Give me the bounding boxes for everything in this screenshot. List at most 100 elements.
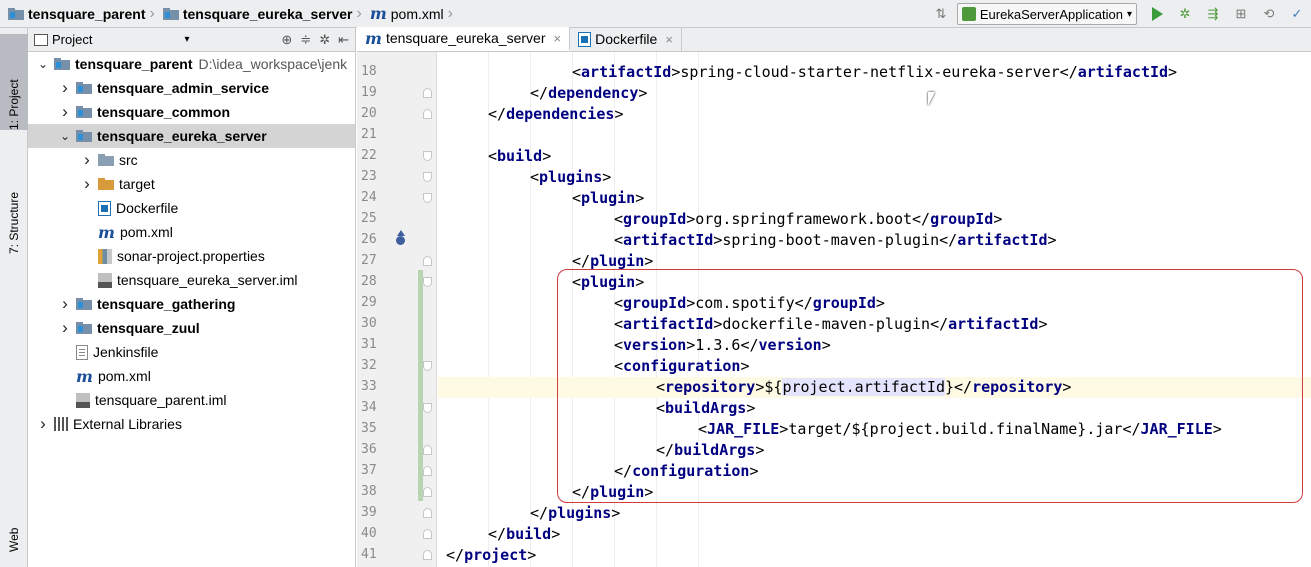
maven-m-icon: m [369, 4, 387, 23]
debug-button[interactable]: ✲ [1175, 4, 1195, 24]
build-button[interactable]: ⟲ [1259, 4, 1279, 24]
vcs-button[interactable]: ✓ [1287, 4, 1307, 24]
tree-item[interactable]: › External Libraries [28, 412, 355, 436]
chevron-down-icon[interactable]: ▾ [184, 34, 189, 45]
code-token: spring-boot-maven-plugin [722, 231, 940, 249]
tab-structure-tool-window[interactable]: 7: Structure [0, 148, 28, 254]
chevron-down-icon[interactable]: ⌄ [58, 129, 72, 143]
code-line: <plugin> [438, 272, 1311, 293]
fold-icon[interactable] [423, 361, 432, 371]
coverage-button[interactable]: ⇶ [1203, 4, 1223, 24]
fold-icon[interactable] [423, 466, 432, 476]
tree-item[interactable]: › src [28, 148, 355, 172]
tree-item[interactable]: › tensquare_common [28, 100, 355, 124]
run-configuration-select[interactable]: EurekaServerApplication ▾ [956, 3, 1137, 25]
fold-icon[interactable] [423, 487, 432, 497]
tree-item[interactable]: tensquare_eureka_server.iml [28, 268, 355, 292]
chevron-down-icon[interactable]: ⌄ [36, 57, 50, 71]
breadcrumb-project[interactable]: tensquare_parent › [0, 0, 155, 28]
tab-project-tool-window[interactable]: 1: Project [0, 34, 28, 130]
xml-tag-name: JAR_FILE [1140, 420, 1213, 438]
code-line: <artifactId>dockerfile-maven-plugin</art… [438, 314, 1311, 335]
code-token: > [746, 399, 756, 417]
tab-dockerfile[interactable]: Dockerfile × [570, 27, 682, 51]
excluded-folder-icon [98, 177, 114, 191]
locate-icon[interactable]: ⊕ [281, 32, 292, 48]
code-token: < [656, 399, 666, 417]
code-token: < [614, 294, 624, 312]
tree-item[interactable]: › tensquare_gathering [28, 292, 355, 316]
chevron-right-icon[interactable]: › [80, 150, 94, 170]
close-icon[interactable]: × [553, 31, 561, 46]
fold-icon[interactable] [423, 445, 432, 455]
project-tree: ⌄ tensquare_parent D:\idea_workspace\jenk ›… [28, 52, 355, 436]
gutter-line: 27 [357, 251, 437, 272]
code-token: target/${project.build.finalName}.jar [788, 420, 1123, 438]
chevron-right-icon[interactable]: › [36, 414, 50, 434]
code-token: </ [488, 525, 507, 543]
profile-button[interactable]: ⊞ [1231, 4, 1251, 24]
chevron-right-icon[interactable]: › [58, 102, 72, 122]
fold-icon[interactable] [423, 529, 432, 539]
fold-icon[interactable] [423, 172, 432, 182]
gutter-line: 32 [357, 356, 437, 377]
panel-header-tools: ⊕ ≑ ✲ ⇤ [281, 28, 349, 52]
fold-icon[interactable] [423, 550, 432, 560]
gear-icon[interactable]: ✲ [319, 32, 330, 48]
hide-icon[interactable]: ⇤ [338, 32, 349, 48]
tree-item[interactable]: ⌄ tensquare_eureka_server [28, 124, 355, 148]
code-line: </plugin> [438, 482, 1311, 503]
code-line: <groupId>com.spotify</groupId> [438, 293, 1311, 314]
code-token: > [1047, 231, 1057, 249]
maven-m-icon: m [98, 222, 115, 242]
chevron-right-icon: › [447, 4, 453, 22]
chevron-right-icon[interactable]: › [58, 78, 72, 98]
tree-item-path: D:\idea_workspace\jenk [198, 56, 348, 72]
tree-item[interactable]: sonar-project.properties [28, 244, 355, 268]
tree-item-label: Dockerfile [116, 200, 179, 216]
tab-web-tool-window[interactable]: Web [0, 498, 28, 552]
chevron-right-icon[interactable]: › [80, 174, 94, 194]
gutter-line: 30 [357, 314, 437, 335]
chevron-right-icon[interactable]: › [58, 294, 72, 314]
fold-icon[interactable] [423, 403, 432, 413]
code-token: </ [614, 462, 633, 480]
tree-item[interactable]: › target [28, 172, 355, 196]
gutter-line: 41 [357, 545, 437, 566]
sort-icon[interactable]: ⇅ [931, 4, 951, 24]
breadcrumb-label: tensquare_parent [28, 5, 146, 22]
fold-icon[interactable] [423, 256, 432, 266]
xml-tag-name: artifactId [623, 315, 714, 333]
collapse-icon[interactable]: ≑ [300, 32, 311, 48]
close-icon[interactable]: × [665, 32, 673, 47]
tree-item[interactable]: m pom.xml [28, 220, 355, 244]
tree-item[interactable]: ⌄ tensquare_parent D:\idea_workspace\jenk [28, 52, 355, 76]
tree-item[interactable]: Dockerfile [28, 196, 355, 220]
fold-icon[interactable] [423, 277, 432, 287]
tree-item-label: target [119, 176, 155, 192]
breadcrumb-label: pom.xml [390, 5, 444, 22]
line-number: 25 [361, 211, 377, 226]
code-token: ${ [764, 378, 783, 396]
fold-icon[interactable] [423, 88, 432, 98]
run-button[interactable] [1147, 4, 1167, 24]
code-editor[interactable]: 18 19 20 21 22 23 24 25 26 27 28 29 30 31 32 33 34 35 36 37… [357, 52, 1311, 567]
fold-icon[interactable] [423, 151, 432, 161]
fold-icon[interactable] [423, 193, 432, 203]
tree-item[interactable]: tensquare_parent.iml [28, 388, 355, 412]
breadcrumb-file[interactable]: m pom.xml › [362, 0, 453, 28]
breadcrumb-module[interactable]: tensquare_eureka_server › [155, 0, 362, 28]
chevron-right-icon[interactable]: › [58, 318, 72, 338]
tree-item-label: pom.xml [97, 368, 151, 384]
fold-icon[interactable] [423, 109, 432, 119]
fold-icon[interactable] [423, 508, 432, 518]
tree-item[interactable]: › tensquare_zuul [28, 316, 355, 340]
tree-item[interactable]: › tensquare_admin_service [28, 76, 355, 100]
project-view-select[interactable]: Project [52, 32, 92, 47]
tab-pom-xml[interactable]: m tensquare_eureka_server × [357, 27, 571, 51]
code-line: <build> [438, 146, 1311, 167]
code-line: </dependency> [438, 83, 1311, 104]
tree-item[interactable]: m pom.xml [28, 364, 355, 388]
tree-item[interactable]: Jenkinsfile [28, 340, 355, 364]
code-area[interactable]: <artifactId>spring-cloud-starter-netflix… [438, 52, 1311, 567]
